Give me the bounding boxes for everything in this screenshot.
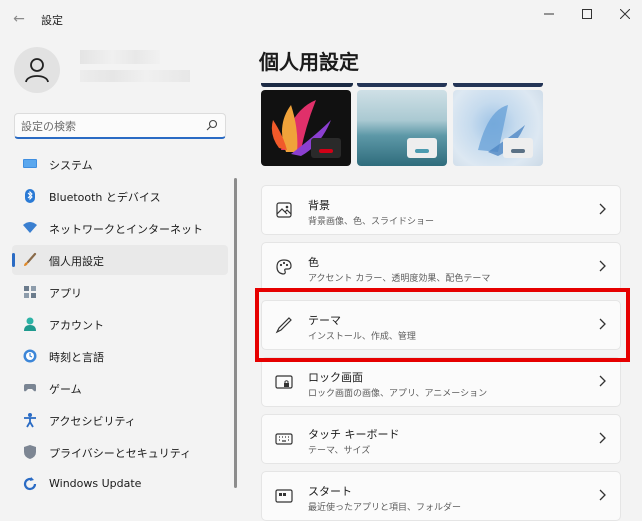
bluetooth-icon — [25, 189, 35, 203]
shield-icon — [24, 445, 36, 459]
app-title: 設定 — [41, 14, 63, 27]
card-subtitle: アクセント カラー、透明度効果、配色テーマ — [308, 274, 491, 284]
theme-thumb-bloom-light[interactable] — [453, 90, 543, 166]
monitor-icon — [23, 159, 37, 168]
card-background[interactable]: 背景 背景画像、色、スライドショー — [261, 185, 621, 235]
highlight-box — [255, 288, 630, 362]
search-box[interactable] — [14, 113, 226, 139]
close-icon[interactable] — [603, 2, 642, 30]
user-icon — [25, 58, 49, 83]
wifi-icon — [23, 222, 37, 233]
apps-icon — [24, 286, 36, 298]
card-title: ロック画面 — [308, 371, 363, 384]
card-start[interactable]: スタート 最近使ったアプリと項目、フォルダー — [261, 471, 621, 521]
sidebar-item-label: プライバシーとセキュリティ — [49, 447, 192, 460]
search-icon[interactable] — [206, 119, 218, 131]
sidebar-item-label: Windows Update — [49, 477, 142, 490]
card-subtitle: テーマ、サイズ — [308, 446, 371, 456]
account-icon — [24, 317, 36, 331]
sidebar-item-label: 個人用設定 — [49, 255, 104, 268]
sidebar-scrollbar[interactable] — [234, 178, 237, 488]
theme-thumb-edge — [453, 83, 543, 87]
card-lock-screen[interactable]: ロック画面 ロック画面の画像、アプリ、アニメーション — [261, 357, 621, 407]
sidebar-item-gaming[interactable]: ゲーム — [12, 373, 228, 403]
sidebar-item-label: Bluetooth とデバイス — [49, 191, 161, 204]
account-name-blurred — [80, 50, 160, 64]
page-title: 個人用設定 — [259, 50, 359, 74]
sidebar-item-time-language[interactable]: 時刻と言語 — [12, 341, 228, 371]
keyboard-icon — [275, 433, 293, 445]
account-email-blurred — [80, 70, 190, 82]
sidebar-item-network[interactable]: ネットワークとインターネット — [12, 213, 228, 243]
chevron-right-icon — [599, 203, 606, 215]
card-title: 色 — [308, 256, 319, 269]
gamepad-icon — [24, 384, 36, 392]
sidebar-item-windows-update[interactable]: Windows Update — [12, 469, 228, 499]
sidebar-item-bluetooth[interactable]: Bluetooth とデバイス — [12, 181, 228, 211]
chevron-right-icon — [599, 260, 606, 272]
accessibility-icon — [24, 413, 36, 428]
search-input[interactable] — [21, 118, 201, 134]
sidebar-item-label: ゲーム — [49, 383, 82, 396]
sidebar-item-label: ネットワークとインターネット — [49, 223, 203, 236]
chevron-right-icon — [599, 489, 606, 501]
card-subtitle: 背景画像、色、スライドショー — [308, 217, 435, 227]
sidebar-item-apps[interactable]: アプリ — [12, 277, 228, 307]
theme-thumb-dark-bloom[interactable] — [261, 90, 351, 166]
card-colors[interactable]: 色 アクセント カラー、透明度効果、配色テーマ — [261, 242, 621, 292]
sidebar-item-privacy[interactable]: プライバシーとセキュリティ — [12, 437, 228, 467]
sidebar-item-personalization[interactable]: 個人用設定 — [12, 245, 228, 275]
active-indicator — [12, 253, 15, 267]
image-icon — [276, 202, 292, 218]
palette-icon — [276, 259, 292, 275]
sidebar-item-label: 時刻と言語 — [49, 351, 104, 364]
card-touch-keyboard[interactable]: タッチ キーボード テーマ、サイズ — [261, 414, 621, 464]
start-icon — [275, 489, 293, 503]
chevron-right-icon — [599, 432, 606, 444]
lock-screen-icon — [275, 375, 293, 389]
theme-window-preview — [407, 138, 437, 158]
title-bar: ← 設定 — [0, 0, 642, 34]
theme-thumb-edge — [357, 83, 447, 87]
sidebar-item-accessibility[interactable]: アクセシビリティ — [12, 405, 228, 435]
theme-window-preview — [503, 138, 533, 158]
brush-icon — [24, 252, 37, 266]
back-arrow-icon[interactable]: ← — [8, 8, 30, 30]
sidebar-item-system[interactable]: システム — [12, 149, 228, 179]
sidebar-item-label: システム — [49, 159, 93, 172]
card-title: 背景 — [308, 199, 330, 212]
sidebar-item-label: アカウント — [49, 319, 104, 332]
update-icon — [23, 477, 37, 491]
sidebar-item-label: アプリ — [49, 287, 82, 300]
sidebar-item-label: アクセシビリティ — [49, 415, 136, 428]
chevron-right-icon — [599, 375, 606, 387]
theme-window-preview — [311, 138, 341, 158]
card-subtitle: ロック画面の画像、アプリ、アニメーション — [308, 389, 488, 399]
card-title: スタート — [308, 485, 352, 498]
theme-thumb-glow-lake[interactable] — [357, 90, 447, 166]
avatar[interactable] — [14, 47, 60, 93]
card-title: タッチ キーボード — [308, 428, 400, 441]
sidebar-item-accounts[interactable]: アカウント — [12, 309, 228, 339]
theme-thumb-edge — [261, 83, 353, 87]
globe-clock-icon — [23, 349, 37, 363]
